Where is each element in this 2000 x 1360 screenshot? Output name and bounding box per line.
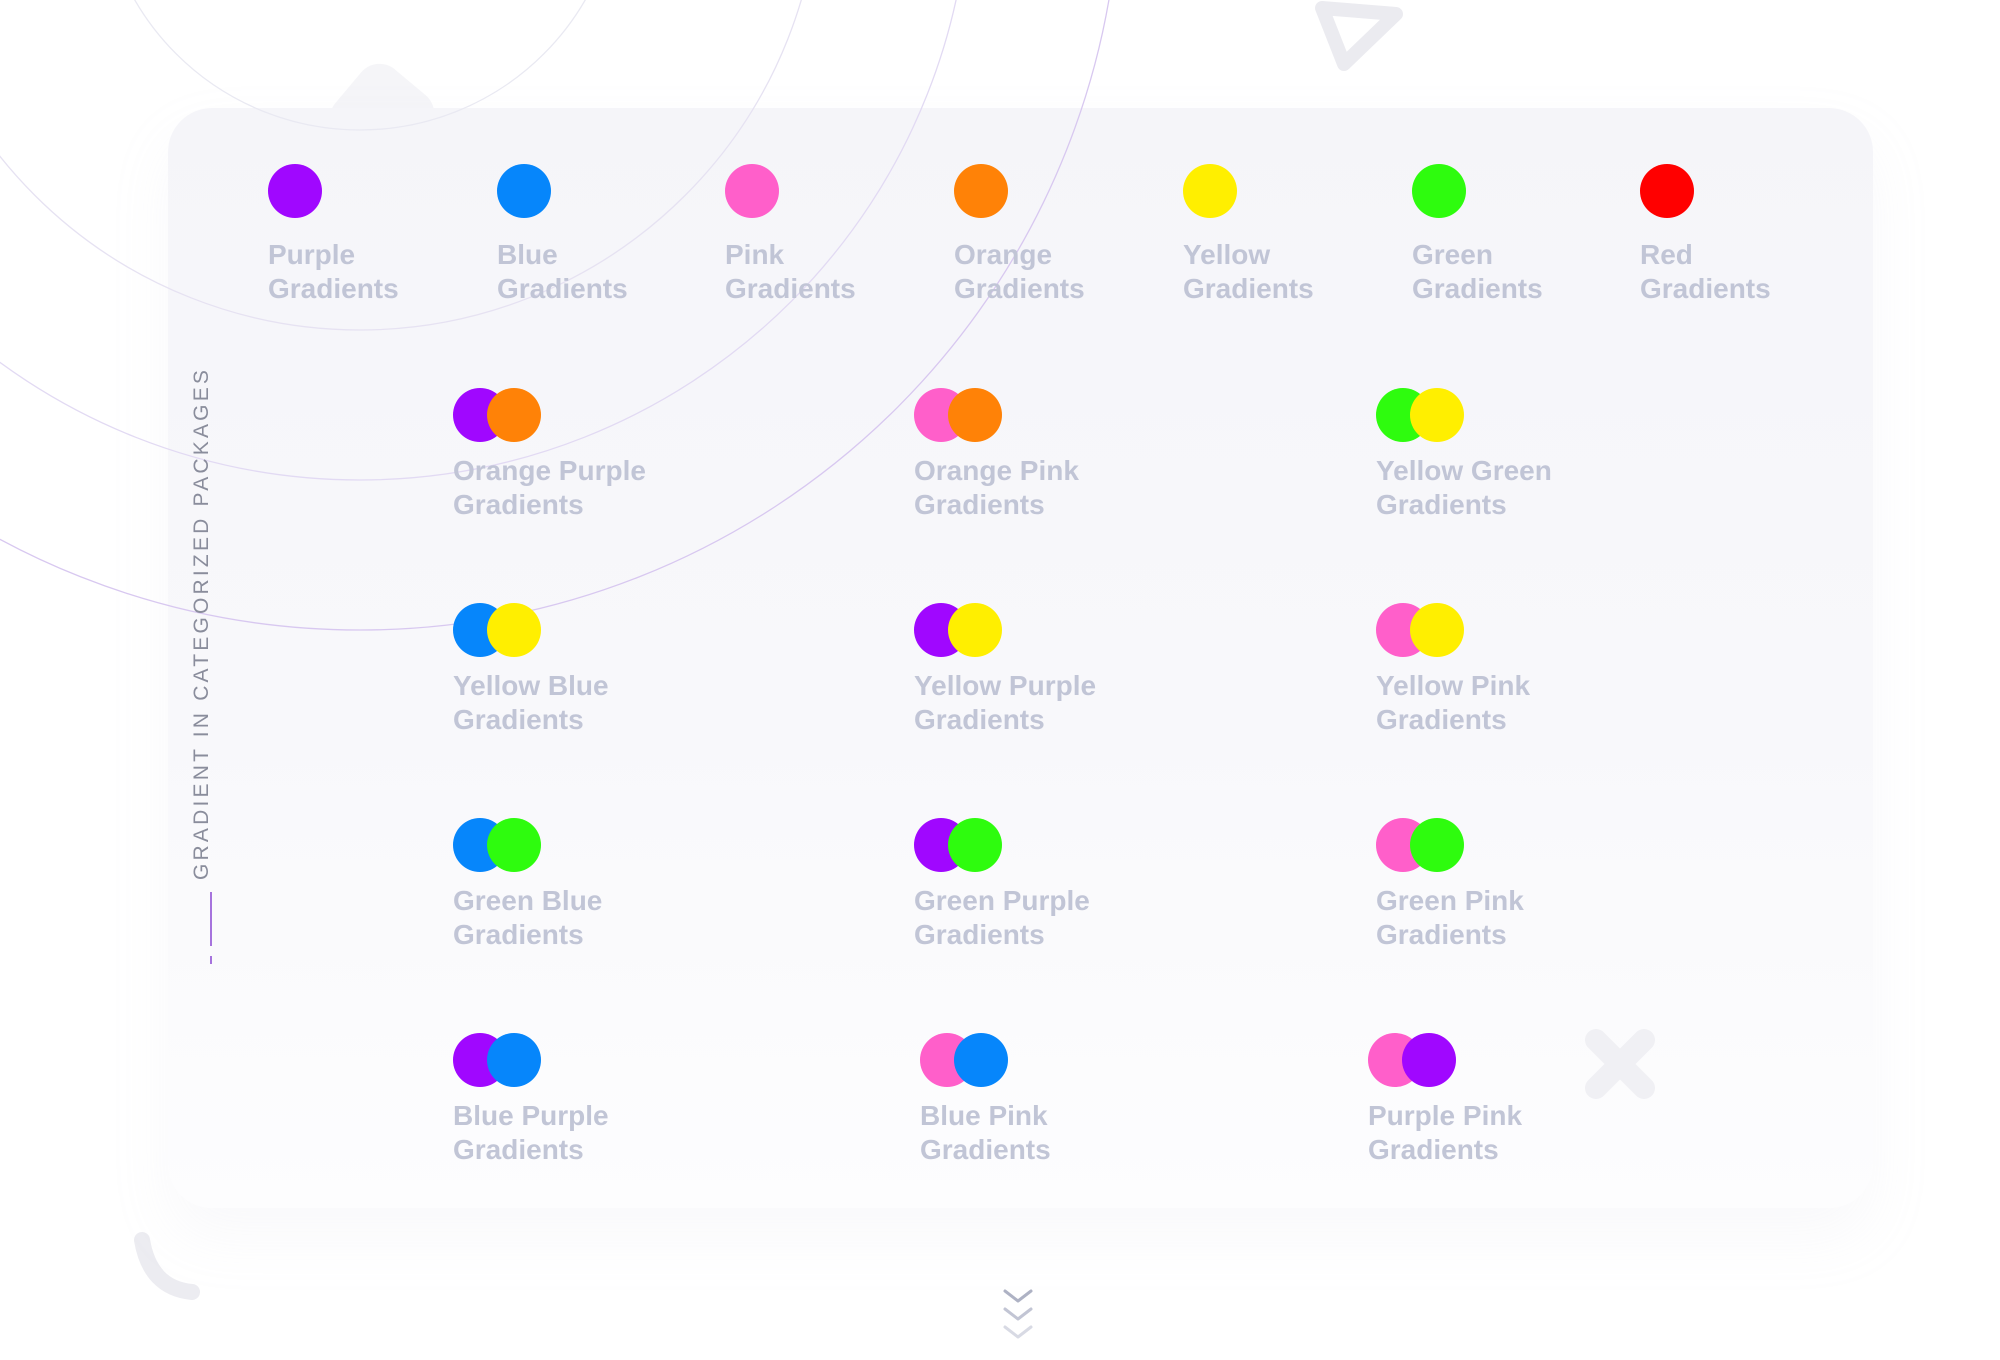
color-dot-secondary xyxy=(1402,1033,1456,1087)
page: Purple Gradients Blue Gradients Pink Gradient… xyxy=(0,0,2000,1360)
gradient-label: Purple Pink Gradients xyxy=(1368,1099,1698,1167)
gradient-label-line1: Yellow Purple xyxy=(914,670,1097,701)
gradient-label-line1: Orange Pink xyxy=(914,455,1079,486)
arc-icon xyxy=(134,1232,200,1300)
gradient-label-line2: Gradients xyxy=(914,489,1045,520)
color-dot xyxy=(954,164,1008,218)
gradient-label-line1: Green Blue xyxy=(453,885,603,916)
gradient-label-line1: Blue Purple xyxy=(453,1100,609,1131)
color-dot-secondary xyxy=(1410,818,1464,872)
side-accent-dash xyxy=(210,956,212,964)
color-dot-secondary xyxy=(487,1033,541,1087)
color-dot xyxy=(268,164,322,218)
gradient-label: Green Pink Gradients xyxy=(1376,884,1706,952)
color-dot-secondary xyxy=(948,388,1002,442)
gradient-label-line2: Gradients xyxy=(453,1134,584,1165)
triangle-outline-icon xyxy=(1315,1,1403,71)
gradient-label-line2: Gradients xyxy=(453,704,584,735)
color-dot-secondary xyxy=(1410,388,1464,442)
color-dot xyxy=(1183,164,1237,218)
gradient-label-line2: Gradients xyxy=(453,489,584,520)
chevrons-down-icon[interactable] xyxy=(1001,1285,1035,1345)
gradient-label: Orange Purple Gradients xyxy=(453,454,783,522)
color-dot-secondary xyxy=(487,818,541,872)
color-dot-secondary xyxy=(1410,603,1464,657)
color-dot xyxy=(1412,164,1466,218)
color-dot xyxy=(725,164,779,218)
gradient-label-line1: Orange Purple xyxy=(453,455,646,486)
gradient-label-line2: Gradients xyxy=(1376,704,1507,735)
gradient-label-line1: Yellow Pink xyxy=(1376,670,1531,701)
gradient-label: Orange Pink Gradients xyxy=(914,454,1244,522)
gradient-label: Yellow Green Gradients xyxy=(1376,454,1706,522)
gradient-label-line2: Gradients xyxy=(914,919,1045,950)
gradient-label-line2: Gradients xyxy=(1368,1134,1499,1165)
color-dot-secondary xyxy=(954,1033,1008,1087)
gradient-label: Yellow Purple Gradients xyxy=(914,669,1244,737)
gradient-label-line1: Purple Pink xyxy=(1368,1100,1523,1131)
gradient-label: Blue Purple Gradients xyxy=(453,1099,783,1167)
gradient-label: Red Gradients xyxy=(1640,238,1970,306)
color-dot xyxy=(1640,164,1694,218)
color-dot-secondary xyxy=(487,388,541,442)
gradient-label-line2: Gradients xyxy=(1640,273,1771,304)
color-dot-secondary xyxy=(948,818,1002,872)
gradient-label-line2: Gradients xyxy=(453,919,584,950)
gradient-label-line1: Yellow Blue xyxy=(453,670,609,701)
color-dot-secondary xyxy=(948,603,1002,657)
gradient-label-line1: Blue Pink xyxy=(920,1100,1048,1131)
gradient-label: Blue Pink Gradients xyxy=(920,1099,1250,1167)
side-title: GRADIENT IN CATEGORIZED PACKAGES xyxy=(190,366,213,880)
gradient-label: Yellow Pink Gradients xyxy=(1376,669,1706,737)
gradient-label-line2: Gradients xyxy=(1376,919,1507,950)
gradient-label-line1: Yellow Green xyxy=(1376,455,1552,486)
gradient-label: Green Purple Gradients xyxy=(914,884,1244,952)
gradient-label-line2: Gradients xyxy=(1376,489,1507,520)
side-accent-line xyxy=(210,892,212,946)
gradient-label-line2: Gradients xyxy=(920,1134,1051,1165)
gradient-label: Yellow Blue Gradients xyxy=(453,669,783,737)
gradient-label-line2: Gradients xyxy=(914,704,1045,735)
gradient-label-line1: Green Purple xyxy=(914,885,1090,916)
color-dot-secondary xyxy=(487,603,541,657)
gradient-label-line1: Red xyxy=(1640,239,1693,270)
gradient-label-line1: Green Pink xyxy=(1376,885,1524,916)
gradient-label: Green Blue Gradients xyxy=(453,884,783,952)
color-dot xyxy=(497,164,551,218)
